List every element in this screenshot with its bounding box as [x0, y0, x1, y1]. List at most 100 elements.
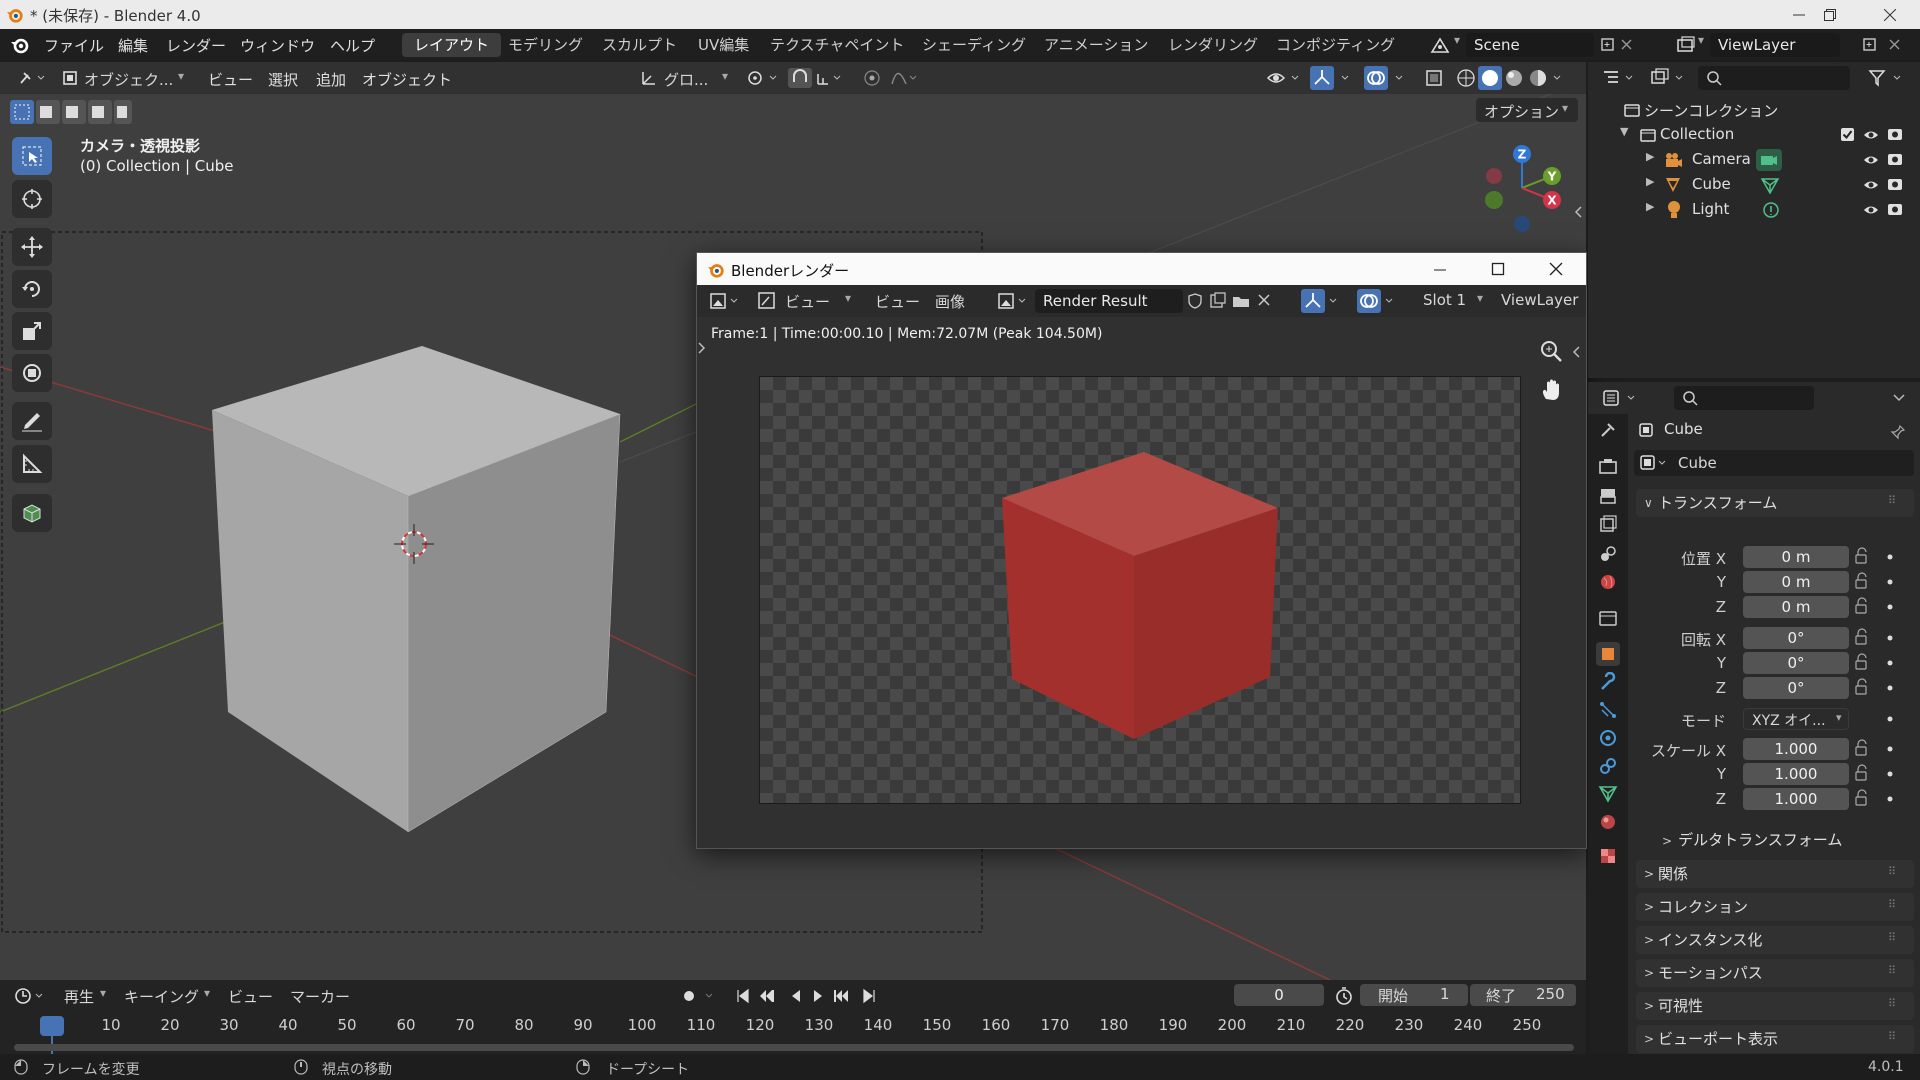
render-image-name[interactable]: Render Result — [1035, 289, 1183, 313]
properties-editor-icon[interactable] — [1602, 388, 1642, 408]
image-editor-type-icon[interactable] — [709, 291, 743, 311]
location-y-field[interactable]: 0 m — [1743, 571, 1849, 593]
collection-toggles[interactable] — [1840, 127, 1916, 143]
properties-options-icon[interactable] — [1892, 392, 1906, 404]
editor-type-icon[interactable] — [18, 69, 46, 87]
xray-icon[interactable] — [1424, 68, 1446, 88]
mode-selector[interactable]: オブジェク... ▾ — [58, 66, 192, 90]
outliner-item-cube[interactable]: ▶ Cube — [1588, 172, 1920, 197]
tool-scale[interactable] — [12, 312, 52, 350]
render-viewlayer-label[interactable]: ViewLayer — [1501, 291, 1578, 309]
transform-orientation[interactable]: グロ... ▾ — [640, 66, 736, 90]
expand-icon[interactable]: ▶ — [1646, 150, 1654, 163]
menu-edit[interactable]: 編集 — [118, 35, 148, 56]
tab-render[interactable] — [1596, 454, 1620, 478]
panel-relations[interactable]: > 関係 ⠿ — [1636, 860, 1914, 888]
render-toolbar-toggle-icon[interactable] — [697, 341, 707, 355]
tab-layout[interactable]: レイアウト — [402, 33, 502, 57]
expand-icon[interactable]: ▶ — [1646, 200, 1654, 213]
tool-transform[interactable] — [12, 354, 52, 392]
viewlayer-selector[interactable]: ▾ ViewLayer — [1672, 33, 1918, 57]
render-window[interactable]: Blenderレンダー ビュー ▾ ビュー 画像 Render Result S… — [696, 252, 1587, 849]
tool-measure[interactable] — [12, 445, 52, 483]
snap-icon[interactable] — [788, 68, 844, 88]
image-actions-icons[interactable] — [1187, 291, 1277, 311]
light-visibility-toggles[interactable] — [1864, 202, 1916, 218]
tab-physics[interactable] — [1596, 726, 1620, 750]
pivot-icon[interactable] — [746, 69, 782, 87]
tab-shading[interactable]: シェーディング — [910, 33, 1038, 57]
panel-visibility[interactable]: > 可視性 ⠿ — [1636, 992, 1914, 1020]
scale-y-field[interactable]: 1.000 — [1743, 763, 1849, 785]
tab-compositing[interactable]: コンポジティング — [1264, 33, 1407, 57]
timeline-ruler[interactable]: 0102030405060708090100110120130140150160… — [0, 980, 1586, 1054]
scale-z-field[interactable]: 1.000 — [1743, 788, 1849, 810]
render-sidebar-toggle-icon[interactable] — [1571, 345, 1581, 359]
scale-x-field[interactable]: 1.000 — [1743, 738, 1849, 760]
new-viewlayer-icon[interactable] — [1862, 37, 1878, 53]
tool-cursor[interactable] — [12, 180, 52, 218]
select-mode-icons[interactable] — [10, 100, 132, 124]
mesh-data-icon[interactable] — [1760, 176, 1780, 194]
tool-annotate[interactable] — [12, 402, 52, 440]
render-menu-image[interactable]: 画像 — [935, 291, 965, 312]
tool-select-box[interactable] — [12, 137, 52, 175]
gizmo-toggle-icon[interactable] — [1310, 66, 1354, 90]
menu-help[interactable]: ヘルプ — [330, 35, 375, 56]
tab-tool[interactable] — [1596, 418, 1620, 442]
sidebar-toggle-icon[interactable] — [1572, 204, 1584, 220]
filter-icon[interactable] — [1868, 68, 1910, 88]
camera-data-icon[interactable] — [1756, 149, 1782, 171]
tool-rotate[interactable] — [12, 270, 52, 308]
timeline-scrollbar[interactable] — [14, 1044, 1574, 1051]
navigation-gizmo[interactable]: Z Y X — [1474, 140, 1574, 240]
panel-motion-paths[interactable]: > モーションパス ⠿ — [1636, 959, 1914, 987]
location-z-field[interactable]: 0 m — [1743, 596, 1849, 618]
tab-material[interactable] — [1596, 810, 1620, 834]
panel-collections[interactable]: > コレクション ⠿ — [1636, 893, 1914, 921]
scene-name[interactable]: Scene — [1466, 33, 1594, 57]
display-mode-icon[interactable] — [1650, 68, 1690, 88]
scene-selector[interactable]: ▾ Scene — [1426, 33, 1636, 57]
tool-move[interactable] — [12, 228, 52, 266]
outliner-scene-collection[interactable]: シーンコレクション — [1588, 97, 1920, 122]
location-x-field[interactable]: 0 m — [1743, 546, 1849, 568]
object-datablock-field[interactable]: Cube — [1634, 450, 1914, 476]
tab-data[interactable] — [1596, 782, 1620, 806]
outliner-item-camera[interactable]: ▶ Camera — [1588, 147, 1920, 172]
expand-icon[interactable]: ▶ — [1646, 175, 1654, 188]
outliner-search-input[interactable] — [1698, 66, 1850, 90]
pin-icon[interactable] — [1890, 424, 1906, 440]
tab-rendering[interactable]: レンダリング — [1156, 33, 1270, 57]
playhead[interactable] — [40, 1016, 64, 1036]
tab-scene[interactable] — [1596, 542, 1620, 566]
rotation-x-field[interactable]: 0° — [1743, 627, 1849, 649]
shading-mode-icons[interactable] — [1454, 66, 1564, 90]
restore-button[interactable] — [1800, 0, 1860, 29]
proportional-edit-icon[interactable] — [860, 68, 924, 88]
tab-collection[interactable] — [1596, 606, 1620, 630]
tab-texture-paint[interactable]: テクスチャペイント — [758, 33, 916, 57]
render-slot-label[interactable]: Slot 1 — [1423, 291, 1466, 309]
lock-keyframe-column[interactable] — [1852, 546, 1902, 812]
delete-viewlayer-icon[interactable] — [1888, 38, 1902, 52]
tab-animation[interactable]: アニメーション — [1032, 33, 1160, 57]
viewport-menu-view[interactable]: ビュー — [208, 69, 253, 90]
overlay-toggle-icon[interactable] — [1364, 66, 1408, 90]
image-browse-icon[interactable] — [997, 291, 1031, 311]
tab-sculpt[interactable]: スカルプト — [590, 33, 689, 57]
render-menu-view[interactable]: ビュー — [875, 291, 920, 312]
menu-file[interactable]: ファイル — [44, 35, 104, 56]
blender-menu-icon[interactable] — [10, 35, 30, 55]
render-close-icon[interactable] — [1549, 262, 1563, 276]
panel-instancing[interactable]: > インスタンス化 ⠿ — [1636, 926, 1914, 954]
viewport-menu-select[interactable]: 選択 — [268, 69, 298, 90]
render-minimize-icon[interactable] — [1433, 263, 1447, 277]
tab-modeling[interactable]: モデリング — [496, 33, 595, 57]
zoom-icon[interactable] — [1539, 339, 1565, 365]
tab-particles[interactable] — [1596, 698, 1620, 722]
viewlayer-name[interactable]: ViewLayer — [1710, 33, 1840, 57]
menu-window[interactable]: ウィンドウ — [240, 35, 315, 56]
view-mode-icon[interactable] — [757, 291, 777, 311]
render-overlay-toggle-icon[interactable] — [1357, 289, 1397, 313]
